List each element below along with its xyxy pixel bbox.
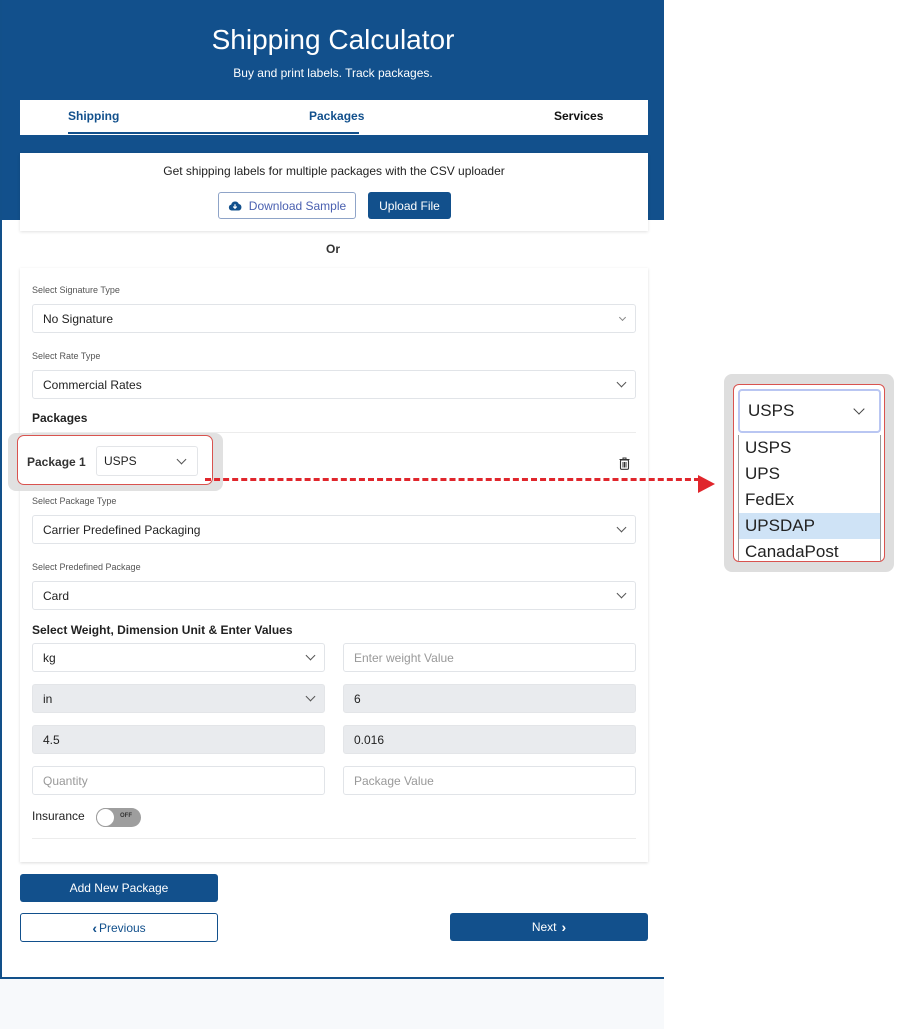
width-value: 4.5 (43, 733, 60, 747)
next-label: Next (532, 920, 557, 934)
carrier-option-fedex[interactable]: FedEx (739, 487, 880, 513)
csv-uploader-card: Get shipping labels for multiple package… (20, 153, 648, 231)
carrier-dropdown-list: USPS UPS FedEx UPSDAP CanadaPost (738, 435, 881, 562)
carrier-dropdown-value: USPS (748, 401, 794, 421)
toggle-knob (96, 808, 115, 827)
or-divider: Or (2, 242, 664, 256)
carrier-dropdown-callout-frame: USPS USPS UPS FedEx UPSDAP CanadaPost (733, 384, 885, 562)
package-type-select[interactable]: Carrier Predefined Packaging (32, 515, 636, 544)
height-value: 0.016 (354, 733, 384, 747)
weight-value-input[interactable]: Enter weight Value (343, 643, 636, 672)
add-new-package-button[interactable]: Add New Package (20, 874, 218, 902)
next-button[interactable]: Next › (450, 913, 648, 941)
carrier-option-canadapost[interactable]: CanadaPost (739, 539, 880, 562)
chevron-down-icon (853, 403, 864, 414)
chevron-right-icon: › (562, 919, 567, 935)
shipping-calculator-page: Shipping Calculator Buy and print labels… (0, 0, 664, 979)
chevron-left-icon: ‹ (92, 920, 97, 936)
carrier-select[interactable]: USPS (96, 446, 198, 476)
length-value: 6 (354, 692, 361, 706)
length-input[interactable]: 6 (343, 684, 636, 713)
chevron-down-icon (617, 523, 627, 533)
signature-type-select[interactable]: No Signature (32, 304, 636, 333)
previous-label: Previous (99, 921, 146, 935)
divider (32, 838, 636, 839)
package-type-label: Select Package Type (32, 496, 116, 506)
carrier-option-ups[interactable]: UPS (739, 461, 880, 487)
carrier-option-usps[interactable]: USPS (739, 435, 880, 461)
weight-dimension-heading: Select Weight, Dimension Unit & Enter Va… (32, 623, 293, 637)
predefined-package-value: Card (43, 589, 69, 603)
trash-icon[interactable] (619, 457, 630, 470)
upload-file-button[interactable]: Upload File (368, 192, 451, 219)
step-tabs: Shipping Packages Services (20, 100, 648, 135)
chevron-down-icon (306, 692, 316, 702)
download-sample-label: Download Sample (249, 199, 346, 213)
chevron-down-icon (306, 651, 316, 661)
page-footer-area (0, 979, 664, 1029)
page-subtitle: Buy and print labels. Track packages. (2, 66, 664, 80)
csv-uploader-text: Get shipping labels for multiple package… (20, 164, 648, 178)
weight-unit-value: kg (43, 651, 56, 665)
weight-unit-select[interactable]: kg (32, 643, 325, 672)
package-value-placeholder: Package Value (354, 774, 434, 788)
tab-shipping[interactable]: Shipping (68, 109, 119, 123)
carrier-value: USPS (104, 454, 137, 468)
rate-type-label: Select Rate Type (32, 351, 100, 361)
insurance-toggle-state: OFF (120, 813, 132, 819)
packages-heading: Packages (32, 411, 87, 425)
quantity-input[interactable]: Quantity (32, 766, 325, 795)
package-value-input[interactable]: Package Value (343, 766, 636, 795)
download-sample-button[interactable]: Download Sample (218, 192, 356, 219)
chevron-down-icon (619, 314, 626, 321)
signature-type-value: No Signature (43, 312, 113, 326)
carrier-dropdown-callout: USPS USPS UPS FedEx UPSDAP CanadaPost (724, 374, 894, 572)
quantity-placeholder: Quantity (43, 774, 88, 788)
carrier-dropdown-select[interactable]: USPS (738, 389, 881, 433)
package-type-value: Carrier Predefined Packaging (43, 523, 200, 537)
previous-button[interactable]: ‹ Previous (20, 913, 218, 942)
cloud-download-icon (228, 200, 242, 211)
package-1-row: Package 1 USPS (17, 435, 213, 485)
height-input[interactable]: 0.016 (343, 725, 636, 754)
chevron-down-icon (617, 378, 627, 388)
predefined-package-label: Select Predefined Package (32, 562, 141, 572)
chevron-down-icon (177, 455, 187, 465)
width-input[interactable]: 4.5 (32, 725, 325, 754)
tab-packages[interactable]: Packages (309, 109, 364, 123)
tab-services[interactable]: Services (554, 109, 603, 123)
signature-type-label: Select Signature Type (32, 285, 120, 295)
package-form-card: Select Signature Type No Signature Selec… (20, 268, 648, 862)
insurance-toggle[interactable]: OFF (96, 808, 141, 827)
dimension-unit-select[interactable]: in (32, 684, 325, 713)
chevron-down-icon (617, 589, 627, 599)
insurance-label: Insurance (32, 809, 85, 823)
weight-value-placeholder: Enter weight Value (354, 651, 454, 665)
predefined-package-select[interactable]: Card (32, 581, 636, 610)
tab-progress-underline (68, 132, 359, 134)
package-1-label: Package 1 (27, 455, 86, 469)
rate-type-value: Commercial Rates (43, 378, 142, 392)
carrier-option-upsdap[interactable]: UPSDAP (739, 513, 880, 539)
annotation-arrowhead-icon (698, 475, 715, 493)
rate-type-select[interactable]: Commercial Rates (32, 370, 636, 399)
dimension-unit-value: in (43, 692, 52, 706)
page-title: Shipping Calculator (2, 24, 664, 56)
annotation-dashed-arrow (205, 478, 700, 481)
